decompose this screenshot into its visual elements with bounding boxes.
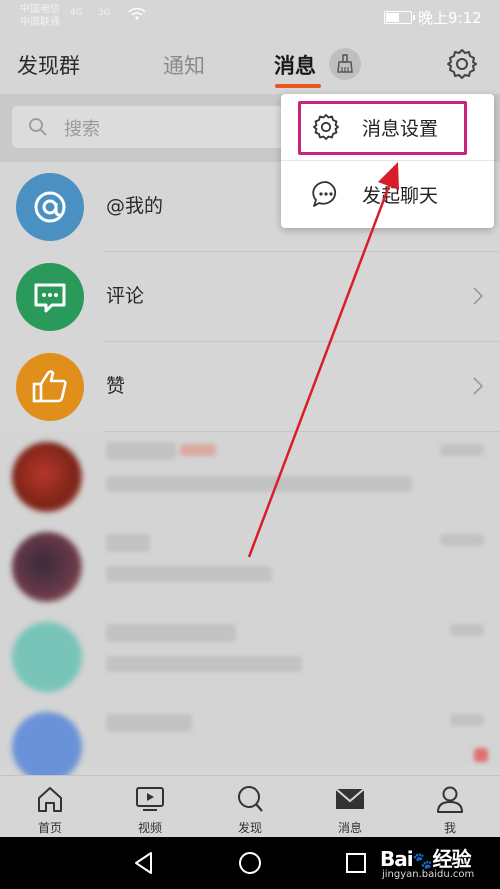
gear-icon [447,49,477,79]
nav-discover[interactable]: 发现 [210,776,290,838]
carrier-1: 中国电信 [20,4,60,15]
list-item-likes[interactable]: 赞 [0,342,500,432]
blurred-text [106,442,176,460]
blurred-text [106,476,412,492]
watermark-url: jingyan.baidu.com [382,869,475,880]
video-icon [136,787,164,811]
blurred-text [106,624,236,642]
clock: 晚上9:12 [418,9,482,27]
carrier-2: 中国联通 [20,17,60,28]
avatar [12,442,82,512]
blurred-text [106,656,302,672]
search-icon [29,118,47,136]
list-item-label: 赞 [106,375,126,397]
carrier-labels: 中国电信 中国联通 [20,3,60,29]
profile-icon [437,786,463,813]
baidu-jingyan-watermark: Bai🐾经验 jingyan.baidu.com [380,843,474,880]
blurred-badge [180,444,216,456]
blurred-time [440,534,484,546]
tab-messages[interactable]: 消息 [274,50,316,80]
nav-profile[interactable]: 我 [410,776,490,838]
nav-label: 视频 [137,821,162,835]
home-icon [38,787,62,812]
home-button-icon[interactable] [237,850,263,876]
list-item-label: 评论 [106,285,145,307]
paw-icon: 🐾 [412,851,433,870]
tab-notifications[interactable]: 通知 [163,50,205,80]
header: 发现群 通知 消息 [0,36,500,94]
settings-menu-button[interactable] [444,46,480,82]
nav-video[interactable]: 视频 [110,776,190,838]
broom-icon [337,54,353,73]
battery-icon [384,11,415,24]
discover-icon [238,786,263,812]
nav-label: 消息 [337,821,362,835]
thumbs-up-icon [32,370,67,403]
watermark-brand: Bai [380,847,414,871]
comments-avatar [16,263,84,331]
system-navigation-bar: Bai🐾经验 jingyan.baidu.com [0,837,500,889]
conversation-row[interactable] [0,522,500,612]
tab-discover-groups[interactable]: 发现群 [17,50,80,80]
recents-icon[interactable] [343,850,369,876]
comment-icon [34,283,66,313]
blurred-text [106,534,150,552]
avatar [12,622,82,692]
mail-icon [335,788,365,809]
back-icon[interactable] [131,850,157,876]
hotspot-icon [128,7,146,20]
conversation-row[interactable] [0,612,500,702]
signal-1-label: 4G [70,8,83,18]
annotation-highlight-box [298,101,467,155]
list-item-label: @我的 [106,195,164,217]
blurred-text [106,566,272,582]
at-icon [34,191,66,223]
nav-home[interactable]: 首页 [10,776,90,838]
conversation-row[interactable] [0,432,500,522]
menu-item-start-chat[interactable]: 发起聊天 [281,161,494,227]
conversation-row[interactable] [0,702,500,782]
blurred-time [440,444,484,456]
chevron-right-icon [473,287,484,305]
battery-fill [386,13,399,22]
blurred-badge [474,748,488,762]
chevron-right-icon [473,377,484,395]
nav-label: 我 [443,821,456,835]
menu-item-label: 发起聊天 [362,185,439,207]
chat-bubble-icon [312,181,337,207]
watermark-brand-2: 经验 [432,847,472,871]
signal-2-label: 3G [98,8,111,18]
nav-label: 首页 [37,821,62,835]
nav-messages[interactable]: 消息 [310,776,390,838]
avatar [12,712,82,782]
list-item-comments[interactable]: 评论 [0,252,500,342]
blurred-time [450,714,484,726]
active-tab-indicator [275,84,321,88]
status-bar: 中国电信 中国联通 4G 3G 晚上9:12 [0,0,500,36]
message-list: @我的 评论 赞 [0,162,500,782]
search-placeholder: 搜索 [64,119,100,140]
nav-label: 发现 [237,821,262,835]
blurred-time [450,624,484,636]
avatar [12,532,82,602]
screen: 中国电信 中国联通 4G 3G 晚上9:12 发现群 通知 消息 搜索 @我的 … [0,0,500,889]
blurred-text [106,714,192,732]
likes-avatar [16,353,84,421]
bottom-navigation: 首页 视频 发现 消息 我 [0,775,500,837]
clear-unread-button[interactable] [329,48,361,80]
mentions-avatar [16,173,84,241]
